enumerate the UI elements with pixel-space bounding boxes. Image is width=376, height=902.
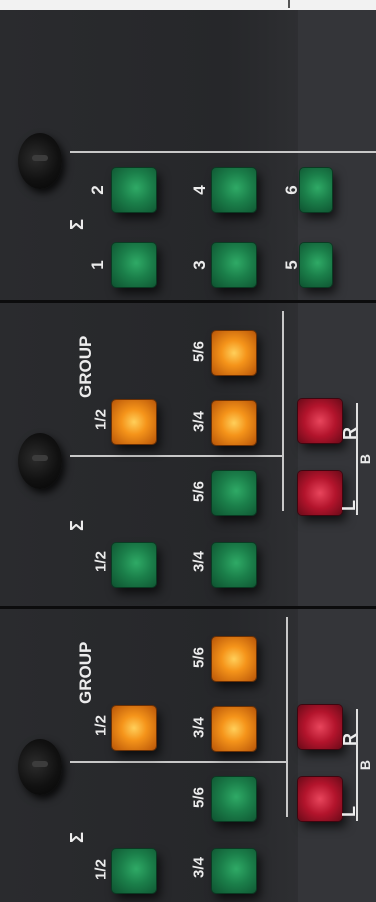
bus-button-3-4[interactable] — [212, 849, 256, 893]
channel-strip-2: GROUP 1/2 Σ 1/2 5/6 3/4 5/6 3/4 R L B — [0, 303, 376, 606]
divider-line — [286, 617, 288, 817]
group-title: GROUP — [76, 335, 95, 398]
top-strip — [0, 0, 376, 10]
button-label: 1 — [88, 260, 107, 270]
bus-button-4[interactable] — [212, 168, 256, 212]
button-label: 3/4 — [190, 857, 208, 878]
pan-button-left[interactable] — [298, 777, 342, 821]
pan-left-label: L — [339, 806, 359, 817]
group-title: GROUP — [76, 641, 95, 704]
sigma-label: Σ — [66, 520, 87, 531]
button-label: 5/6 — [190, 647, 208, 668]
bus-button-1-2[interactable] — [112, 849, 156, 893]
button-label: 4 — [190, 185, 209, 195]
rotary-knob-3[interactable] — [18, 739, 62, 795]
rotary-knob-1[interactable] — [18, 133, 62, 189]
button-label: 3/4 — [190, 717, 208, 738]
button-label: 3/4 — [190, 411, 208, 432]
group-button-5-6[interactable] — [212, 637, 256, 681]
group-button-5-6[interactable] — [212, 331, 256, 375]
divider-line — [70, 761, 286, 763]
sigma-label: Σ — [66, 219, 87, 230]
pan-right-label: R — [340, 427, 360, 440]
button-label: 1/2 — [92, 715, 110, 736]
top-mark — [288, 0, 290, 8]
bus-button-5-6[interactable] — [212, 777, 256, 821]
bus-button-1-2[interactable] — [112, 543, 156, 587]
button-label: 1/2 — [92, 551, 110, 572]
bus-button-2[interactable] — [112, 168, 156, 212]
bus-button-1[interactable] — [112, 243, 156, 287]
pan-button-left[interactable] — [298, 471, 342, 515]
button-label: 3 — [190, 260, 209, 270]
sigma-label: Σ — [66, 832, 87, 843]
pan-b-label: B — [357, 759, 374, 771]
button-label: 5 — [282, 260, 301, 270]
button-label: 1/2 — [92, 859, 110, 880]
pan-left-label: L — [339, 500, 359, 511]
pan-button-right[interactable] — [298, 399, 342, 443]
button-label: 5/6 — [190, 341, 208, 362]
bus-button-6[interactable] — [300, 168, 332, 212]
divider-line — [282, 311, 284, 511]
bus-button-5[interactable] — [300, 243, 332, 287]
divider-line — [70, 455, 282, 457]
button-label: 2 — [88, 185, 107, 195]
rotary-knob-2[interactable] — [18, 433, 62, 489]
group-button-1-2[interactable] — [112, 400, 156, 444]
button-label: 5/6 — [190, 481, 208, 502]
button-label: 5/6 — [190, 787, 208, 808]
group-button-3-4[interactable] — [212, 401, 256, 445]
divider-line — [70, 151, 376, 153]
group-button-3-4[interactable] — [212, 707, 256, 751]
button-label: 3/4 — [190, 551, 208, 572]
bus-button-3[interactable] — [212, 243, 256, 287]
bus-button-5-6[interactable] — [212, 471, 256, 515]
pan-b-label: B — [357, 453, 374, 465]
bus-button-3-4[interactable] — [212, 543, 256, 587]
pan-right-label: R — [340, 733, 360, 746]
button-label: 6 — [282, 185, 301, 195]
pan-button-right[interactable] — [298, 705, 342, 749]
channel-strip-3: GROUP 1/2 Σ 1/2 5/6 3/4 5/6 3/4 R L B — [0, 609, 376, 902]
channel-strip-1: Σ 2 1 4 3 6 5 — [0, 10, 376, 300]
button-label: 1/2 — [92, 409, 110, 430]
group-button-1-2[interactable] — [112, 706, 156, 750]
